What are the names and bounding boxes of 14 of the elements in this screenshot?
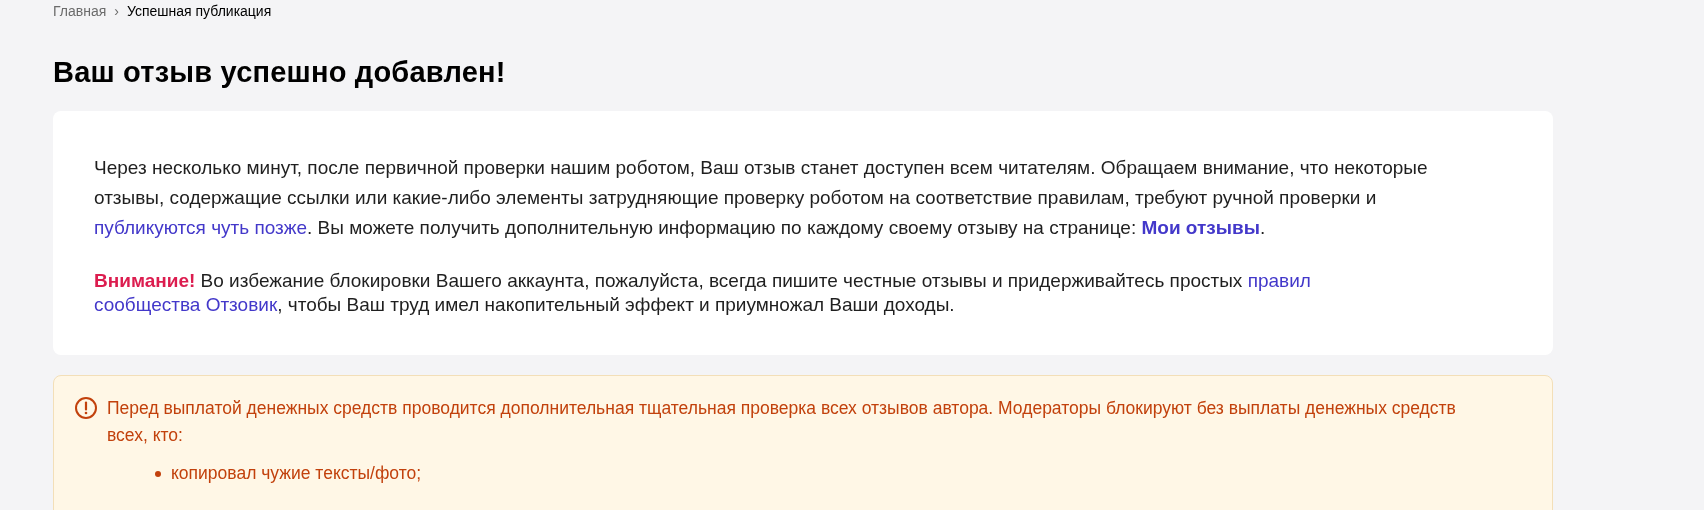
warning-list-item: копировал чужие тексты/фото; [171, 462, 422, 485]
link[interactable]: публикуются чуть позже [94, 217, 308, 238]
my-reviews-link[interactable]: Мои отзывы [1141, 217, 1260, 238]
message-paragraph: Через несколько минут, после первичной проверки нашим роботом, Ваш отзыв станет доступен всем читателям. Обращаем внимание, что некоторые отзывы, содержащие ссылки или какие-либо элементы затрудняющие проверку роботом на соответствие правилам, требуют ручной проверки и публикуются чуть позже. Вы можете получить дополнительную информацию по каждому своему отзыву на странице: Мои отзывы. [94, 156, 1429, 240]
breadcrumb-separator: › [114, 1, 119, 21]
page-title: Ваш отзыв успешно добавлен! [53, 55, 507, 90]
link[interactable]: сообщества Отзовик [94, 294, 278, 315]
warning-icon [74, 396, 98, 420]
bullet-icon [155, 470, 161, 477]
link[interactable]: правил [1247, 270, 1311, 291]
warning-text: Перед выплатой денежных средств проводится дополнительная тщательная проверка всех отзывов автора. Модераторы блокируют без выплаты денежных средств всех, кто: [107, 397, 1457, 447]
breadcrumb-link[interactable]: Главная [53, 0, 107, 22]
message-paragraph: Внимание! Во избежание блокировки Вашего аккаунта, пожалуйста, всегда пишите честные отзывы и придерживайтесь простых правил сообщества Отзовик, чтобы Ваш труд имел накопительный эффект и приумножал Ваши доходы. [94, 269, 1312, 317]
breadcrumb-current: Успешная публикация [126, 1, 272, 21]
